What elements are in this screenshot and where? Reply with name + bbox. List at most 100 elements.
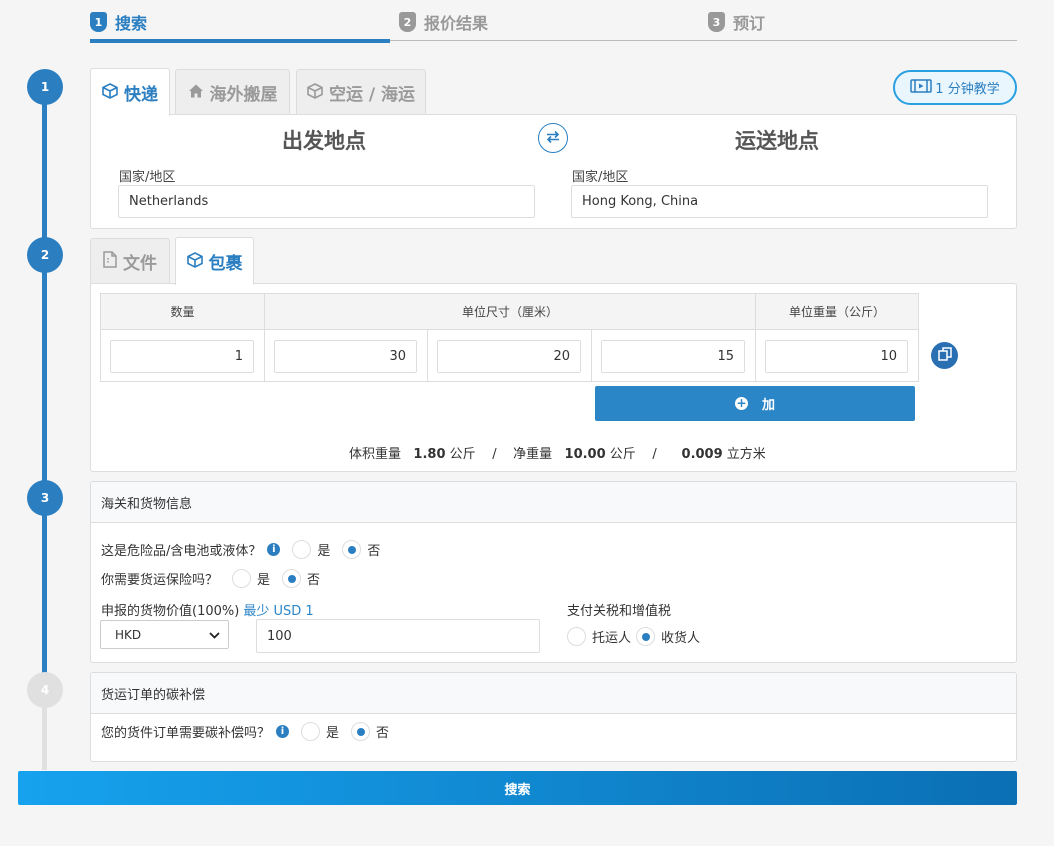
weight-header: 单位重量（公斤） (755, 293, 919, 330)
declared-min-note: 最少 USD 1 (243, 604, 314, 619)
tutorial-button[interactable]: 1 分钟教学 (893, 70, 1017, 105)
timeline-step-1: 1 (27, 69, 63, 105)
currency-select[interactable]: HKD (100, 620, 229, 649)
tab-label: 海外搬屋 (209, 85, 278, 105)
step-quote-results[interactable]: 2 报价结果 (399, 10, 488, 34)
option-label: 否 (307, 573, 321, 588)
dangerous-no-radio[interactable] (342, 540, 362, 559)
timeline-line-active (42, 88, 47, 678)
carbon-section-title: 货运订单的碳补偿 (91, 673, 1016, 714)
volumetric-weight-label: 体积重量 (349, 447, 402, 462)
declared-value-input[interactable]: 100 (256, 619, 540, 653)
film-icon (910, 78, 933, 97)
dimensions-header: 单位尺寸（厘米） (264, 293, 756, 330)
swap-locations-button[interactable] (538, 123, 568, 153)
box-icon (307, 82, 323, 103)
duty-payer-options: 托运人 收货人 (567, 627, 712, 646)
step-label: 报价结果 (424, 14, 489, 33)
declared-value-label-row: 申报的货物价值(100%) 最少 USD 1 (101, 600, 314, 619)
chevron-down-icon (209, 628, 220, 642)
height-input[interactable]: 15 (601, 340, 745, 373)
section-title: 海关和货物信息 (101, 496, 193, 512)
option-label: 收货人 (661, 631, 701, 646)
carbon-no-radio[interactable] (351, 722, 371, 741)
search-label: 搜索 (504, 782, 531, 798)
info-icon[interactable]: i (276, 725, 290, 738)
declared-value-label: 申报的货物价值(100%) (101, 604, 240, 619)
tab-parcel[interactable]: 包裹 (175, 237, 254, 285)
weight-input[interactable]: 10 (765, 340, 908, 373)
destination-heading: 运送地点 (735, 129, 819, 153)
swap-icon (545, 129, 561, 148)
insurance-question: 你需要货运保险吗？ 是 否 (101, 569, 332, 588)
tab-label: 包裹 (208, 254, 243, 274)
quantity-header: 数量 (100, 293, 265, 330)
step-label: 搜索 (115, 14, 148, 33)
section-title: 货运订单的碳补偿 (101, 687, 206, 703)
step-label: 预订 (733, 14, 766, 33)
volume-value: 0.009 (681, 447, 723, 462)
tab-express[interactable]: 快递 (90, 68, 170, 116)
net-weight-label: 净重量 (513, 447, 553, 462)
origin-heading: 出发地点 (282, 129, 366, 153)
tab-label: 快递 (124, 85, 158, 105)
tab-document[interactable]: 文件 (90, 238, 170, 284)
step-number-badge: 3 (708, 12, 725, 32)
box-icon (186, 251, 203, 272)
duty-payer-label: 支付关税和增值税 (567, 600, 671, 619)
tab-label: 文件 (123, 254, 157, 274)
quantity-input[interactable]: 1 (110, 340, 254, 373)
tab-overseas-moving[interactable]: 海外搬屋 (175, 69, 290, 115)
insurance-yes-radio[interactable] (232, 569, 252, 588)
tab-air-sea-freight[interactable]: 空运 / 海运 (296, 69, 426, 115)
box-icon (102, 82, 118, 103)
option-label: 是 (317, 544, 331, 559)
step-number-badge: 2 (399, 12, 416, 32)
option-label: 是 (257, 573, 271, 588)
tutorial-label: 1 分钟教学 (935, 82, 1000, 97)
weight-summary: 体积重量 1.80 公斤 / 净重量 10.00 公斤 / 0.009 立方米 (349, 443, 766, 462)
net-weight-value: 10.00 (564, 447, 606, 462)
step-number-badge: 1 (90, 12, 107, 32)
timeline-step-3: 3 (27, 480, 63, 516)
plus-icon: + (734, 396, 748, 410)
home-icon (188, 83, 204, 103)
search-button[interactable]: 搜索 (18, 771, 1017, 805)
duty-label: 支付关税和增值税 (567, 604, 672, 619)
add-package-button[interactable]: + 加 (595, 386, 915, 421)
net-weight-unit: 公斤 (609, 447, 636, 462)
option-label: 否 (367, 544, 381, 559)
shipper-radio[interactable] (567, 627, 586, 646)
length-input[interactable]: 30 (274, 340, 417, 373)
option-label: 托运人 (592, 631, 632, 646)
destination-country-label: 国家/地区 (572, 170, 629, 185)
volumetric-weight-value: 1.80 (413, 447, 446, 462)
document-icon (103, 251, 117, 272)
volumetric-weight-unit: 公斤 (449, 447, 476, 462)
question-label: 您的货件订单需要碳补偿吗？ (101, 726, 271, 741)
consignee-radio[interactable] (636, 627, 656, 646)
customs-section-title: 海关和货物信息 (91, 482, 1016, 523)
question-label: 你需要货运保险吗？ (101, 573, 219, 588)
currency-value: HKD (115, 627, 142, 642)
info-icon[interactable]: i (267, 543, 281, 556)
timeline-step-2: 2 (27, 237, 63, 273)
carbon-yes-radio[interactable] (301, 722, 321, 741)
step-booking[interactable]: 3 预订 (708, 10, 765, 34)
add-label: 加 (761, 398, 775, 413)
insurance-no-radio[interactable] (282, 569, 302, 588)
origin-country-input[interactable]: Netherlands (118, 185, 535, 218)
duplicate-row-button[interactable] (931, 342, 958, 369)
option-label: 是 (326, 726, 340, 741)
dangerous-goods-question: 这是危险品/含电池或液体？ i 是 否 (101, 540, 392, 559)
option-label: 否 (376, 726, 390, 741)
destination-country-input[interactable]: Hong Kong, China (571, 185, 988, 218)
carbon-panel: 货运订单的碳补偿 (90, 672, 1017, 762)
step-search[interactable]: 1 搜索 (90, 10, 147, 34)
width-input[interactable]: 20 (437, 340, 581, 373)
copy-icon (937, 346, 952, 365)
question-label: 这是危险品/含电池或液体？ (101, 544, 262, 559)
dangerous-yes-radio[interactable] (292, 540, 312, 559)
tab-label: 空运 / 海运 (328, 85, 416, 105)
steps-progress-bar (90, 39, 390, 43)
